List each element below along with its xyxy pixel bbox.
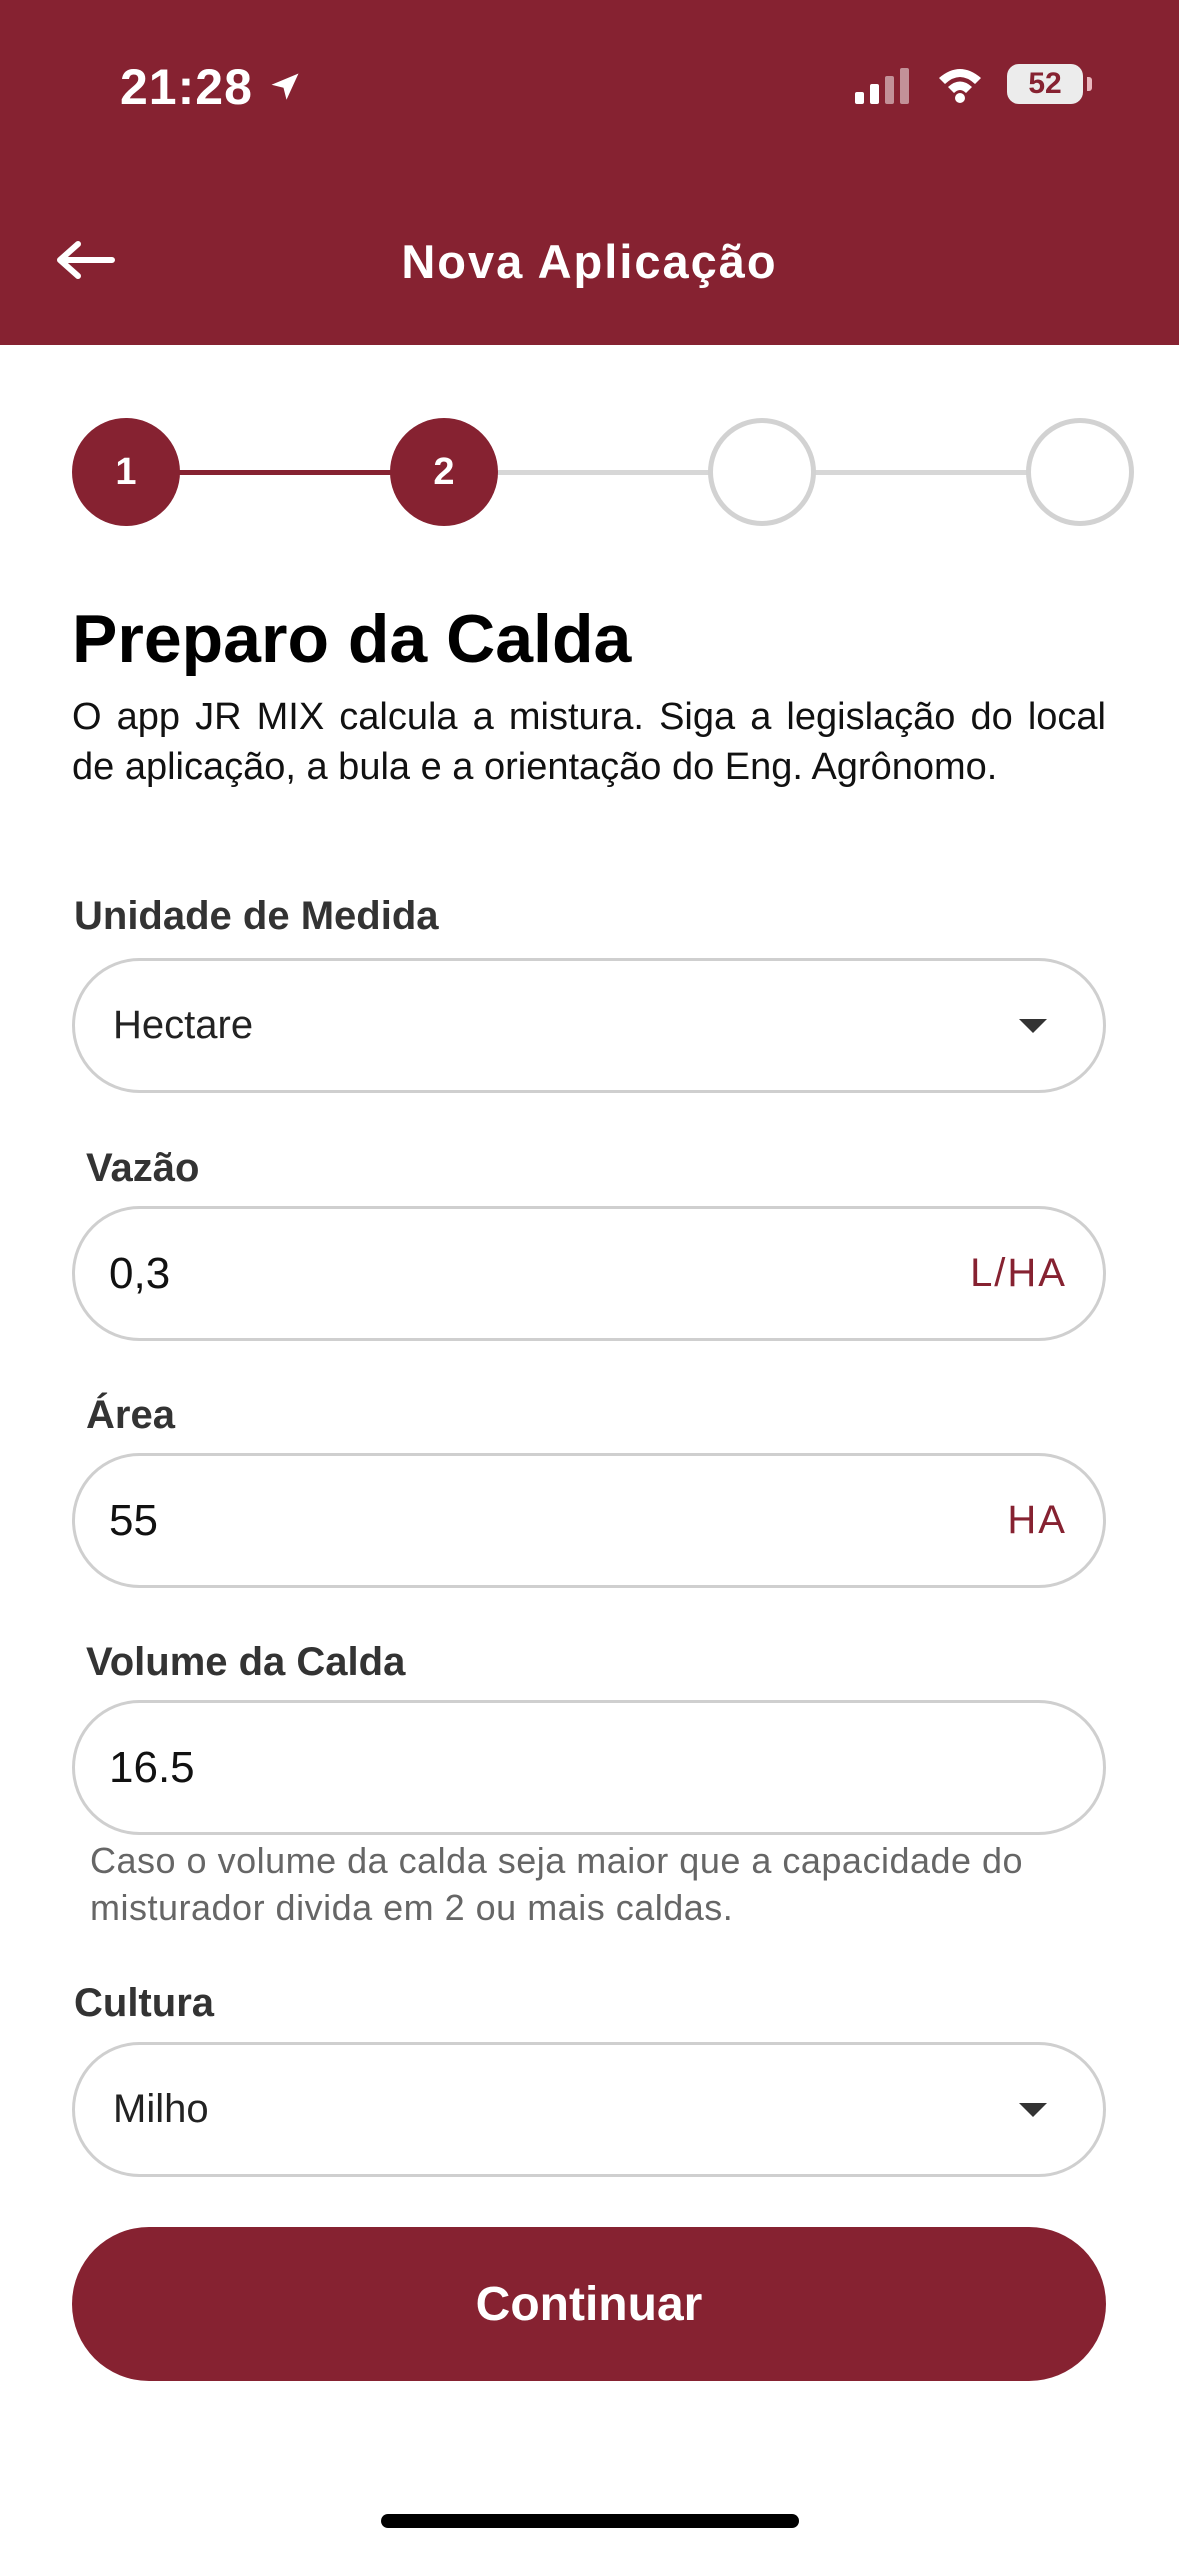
step-1-label: 1 (115, 450, 137, 493)
battery-level: 52 (1028, 67, 1062, 100)
spray-volume-input[interactable]: 16.5 (72, 1700, 1106, 1835)
section-description: O app JR MIX calcula a mistura. Siga a l… (72, 696, 1106, 788)
stepper-connector-1 (172, 470, 398, 475)
area-input[interactable]: 55 HA (72, 1453, 1106, 1588)
chevron-down-icon (1019, 2102, 1047, 2117)
flow-rate-input[interactable]: 0,3 L/HA (72, 1206, 1106, 1341)
crop-value: Milho (113, 2087, 209, 2131)
flow-rate-unit: L/HA (970, 1251, 1067, 1295)
home-indicator[interactable] (381, 2514, 799, 2528)
location-arrow-icon (271, 73, 299, 100)
progress-stepper: 1 2 (72, 418, 1134, 528)
crop-select[interactable]: Milho (72, 2042, 1106, 2177)
page-title: Nova Aplicação (401, 235, 778, 288)
spray-volume-label: Volume da Calda (86, 1640, 406, 1684)
flow-rate-label: Vazão (86, 1146, 200, 1190)
chevron-down-icon (1019, 1018, 1047, 1033)
step-2-label: 2 (433, 450, 455, 493)
status-time-text: 21:28 (120, 59, 253, 115)
section-title: Preparo da Calda (72, 601, 632, 677)
spray-volume-value: 16.5 (109, 1742, 195, 1792)
stepper-connector-3 (808, 470, 1034, 475)
step-2: 2 (390, 418, 498, 526)
wifi-icon (939, 69, 981, 103)
step-4 (1026, 418, 1134, 526)
flow-rate-value: 0,3 (109, 1248, 171, 1298)
cellular-signal-icon (855, 64, 909, 104)
status-bar-time: 21:28 (120, 58, 303, 116)
step-3 (708, 418, 816, 526)
area-label: Área (86, 1393, 175, 1437)
unit-measure-select[interactable]: Hectare (72, 958, 1106, 1093)
continue-button[interactable]: Continuar (72, 2227, 1106, 2381)
unit-measure-label: Unidade de Medida (74, 894, 439, 938)
step-1: 1 (72, 418, 180, 526)
unit-measure-value: Hectare (113, 1003, 254, 1047)
app-header: 21:28 52 Nova Aplicação (0, 0, 1179, 345)
stepper-connector-2 (490, 470, 716, 475)
area-unit: HA (1007, 1498, 1067, 1542)
status-bar-indicators: 52 (855, 64, 1092, 104)
spray-volume-hint: Caso o volume da calda seja maior que a … (90, 1840, 1024, 1928)
area-value: 55 (109, 1495, 158, 1545)
crop-label: Cultura (74, 1981, 214, 2025)
battery-icon: 52 (1007, 64, 1092, 104)
